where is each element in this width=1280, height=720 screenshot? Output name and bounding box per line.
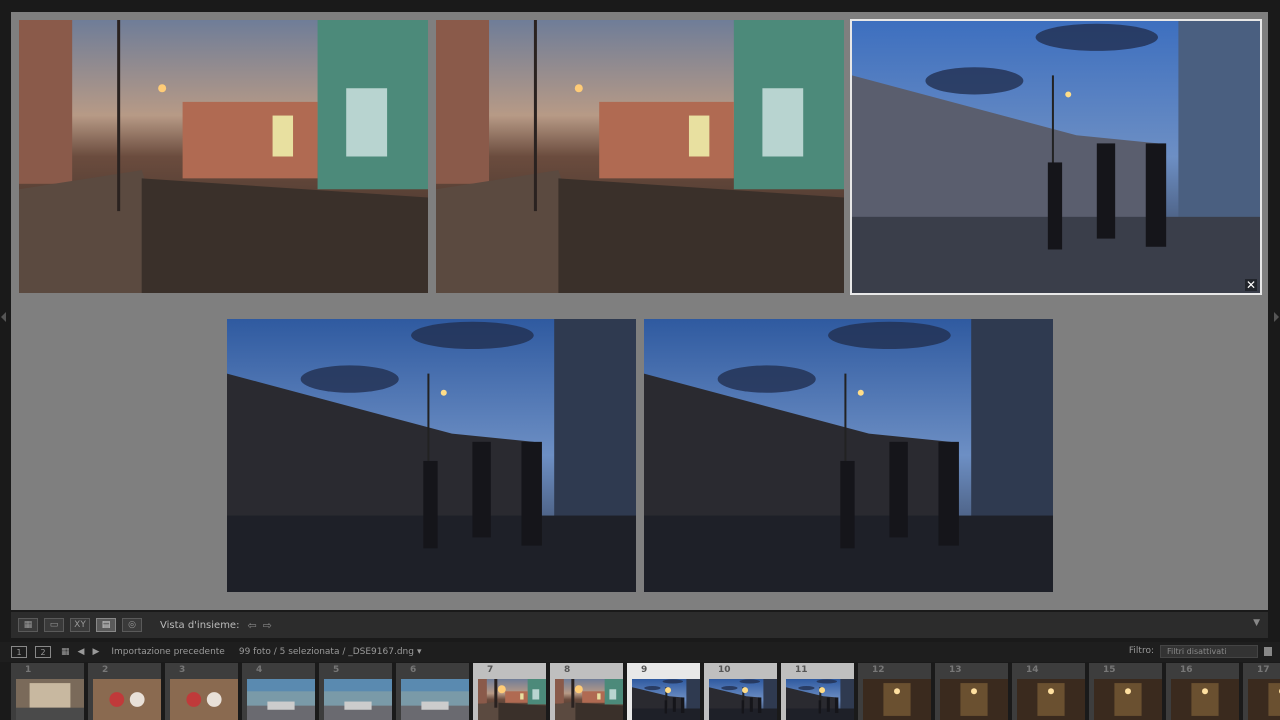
filmstrip-cell[interactable]: 10	[704, 663, 779, 720]
filmstrip-cell[interactable]: 6	[396, 663, 471, 720]
primary-window-button[interactable]: 1	[11, 646, 27, 658]
filmstrip-cell-number: 13	[949, 665, 962, 675]
filmstrip-cell-number: 10	[718, 665, 731, 675]
survey-photo-3[interactable]: ✕	[850, 19, 1262, 295]
secondary-window-button[interactable]: 2	[35, 646, 51, 658]
filmstrip-thumbnail[interactable]	[632, 679, 700, 720]
filmstrip-bar: 1 2 ▦ ◀ ▶ Importazione precedente 99 fot…	[0, 642, 1280, 662]
filter-label: Filtro:	[1128, 646, 1154, 656]
right-panel-toggle-icon[interactable]	[1274, 312, 1279, 322]
compare-view-button[interactable]: XY	[70, 618, 90, 632]
filmstrip-cell-number: 14	[1026, 665, 1039, 675]
filmstrip-thumbnail[interactable]	[478, 679, 546, 720]
filmstrip-thumbnail[interactable]	[555, 679, 623, 720]
filmstrip-cell[interactable]: 16	[1166, 663, 1241, 720]
filmstrip-cell[interactable]: 15	[1089, 663, 1164, 720]
filmstrip-cell[interactable]: 13	[935, 663, 1010, 720]
filmstrip-cell-number: 17	[1257, 665, 1270, 675]
filmstrip-thumbnail[interactable]	[247, 679, 315, 720]
filter-select[interactable]: Filtri disattivati	[1160, 645, 1258, 658]
filmstrip-thumbnail[interactable]	[324, 679, 392, 720]
filmstrip-cell[interactable]: 7	[473, 663, 548, 720]
filmstrip-cell[interactable]: 2	[88, 663, 163, 720]
swap-right-icon[interactable]: ⇨	[263, 619, 272, 632]
filmstrip-thumbnail[interactable]	[709, 679, 777, 720]
filmstrip[interactable]: 1 2 3 4 5 6 7 8 9 10 11 12 13 14 15 16 1…	[0, 663, 1280, 720]
filmstrip-cell[interactable]: 3	[165, 663, 240, 720]
filmstrip-cell-number: 5	[333, 665, 340, 675]
view-mode-label: Vista d'insieme:	[160, 619, 240, 631]
left-panel-toggle-icon[interactable]	[1, 312, 6, 322]
filmstrip-cell-number: 3	[179, 665, 186, 675]
loupe-view-button[interactable]: ▭	[44, 618, 64, 632]
filmstrip-cell[interactable]: 14	[1012, 663, 1087, 720]
filmstrip-cell-number: 9	[641, 665, 648, 675]
filmstrip-cell-number: 4	[256, 665, 263, 675]
filmstrip-cell[interactable]: 12	[858, 663, 933, 720]
filmstrip-cell[interactable]: 11	[781, 663, 856, 720]
filmstrip-cell[interactable]: 8	[550, 663, 625, 720]
survey-photo-4[interactable]	[227, 319, 636, 592]
filmstrip-thumbnail[interactable]	[1017, 679, 1085, 720]
filmstrip-thumbnail[interactable]	[1248, 679, 1280, 720]
filter-value: Filtri disattivati	[1167, 647, 1227, 656]
forward-icon[interactable]: ▶	[92, 647, 99, 657]
survey-view-button[interactable]: ▤	[96, 618, 116, 632]
filmstrip-thumbnail[interactable]	[1094, 679, 1162, 720]
people-view-button[interactable]: ◎	[122, 618, 142, 632]
filmstrip-cell[interactable]: 17	[1243, 663, 1280, 720]
survey-photo-5-image	[644, 319, 1053, 592]
filter-lock-icon[interactable]	[1264, 647, 1272, 656]
status-text[interactable]: 99 foto / 5 selezionata / _DSE9167.dng	[239, 647, 414, 657]
filmstrip-thumbnail[interactable]	[401, 679, 469, 720]
filmstrip-cell-number: 11	[795, 665, 808, 675]
secondary-window-label: 2	[40, 647, 46, 657]
filmstrip-cell-number: 16	[1180, 665, 1193, 675]
filmstrip-cell[interactable]: 4	[242, 663, 317, 720]
swap-left-icon[interactable]: ⇦	[247, 619, 256, 632]
primary-window-label: 1	[16, 647, 22, 657]
filmstrip-cell-number: 6	[410, 665, 417, 675]
grid-view-button[interactable]: ▦	[18, 618, 38, 632]
survey-photo-4-image	[227, 319, 636, 592]
filmstrip-cell-number: 15	[1103, 665, 1116, 675]
filmstrip-thumbnail[interactable]	[786, 679, 854, 720]
filmstrip-cell-number: 7	[487, 665, 494, 675]
filmstrip-thumbnail[interactable]	[940, 679, 1008, 720]
survey-photo-3-image	[852, 21, 1260, 293]
filmstrip-cell-number: 12	[872, 665, 885, 675]
survey-photo-1[interactable]	[19, 20, 428, 293]
source-label[interactable]: Importazione precedente	[111, 647, 224, 657]
filmstrip-cell[interactable]: 9	[627, 663, 702, 720]
view-toolbar: ▦ ▭ XY ▤ ◎ Vista d'insieme: ⇦ ⇨ ▼	[11, 612, 1268, 638]
back-icon[interactable]: ◀	[78, 647, 85, 657]
survey-photo-5[interactable]	[644, 319, 1053, 592]
survey-photo-2-image	[436, 20, 844, 293]
filmstrip-cell[interactable]: 1	[11, 663, 86, 720]
chevron-down-icon[interactable]: ▾	[417, 647, 422, 657]
deselect-close-icon[interactable]: ✕	[1245, 279, 1257, 291]
filmstrip-cell-number: 1	[25, 665, 32, 675]
survey-photo-2[interactable]	[436, 20, 844, 293]
toolbar-options-icon[interactable]: ▼	[1253, 618, 1260, 628]
filmstrip-cell-number: 8	[564, 665, 571, 675]
survey-photo-1-image	[19, 20, 428, 293]
filmstrip-cell-number: 2	[102, 665, 109, 675]
filmstrip-thumbnail[interactable]	[863, 679, 931, 720]
filmstrip-thumbnail[interactable]	[170, 679, 238, 720]
grid-icon[interactable]: ▦	[61, 647, 70, 657]
filmstrip-cell[interactable]: 5	[319, 663, 394, 720]
filmstrip-thumbnail[interactable]	[16, 679, 84, 720]
filmstrip-thumbnail[interactable]	[93, 679, 161, 720]
filmstrip-thumbnail[interactable]	[1171, 679, 1239, 720]
